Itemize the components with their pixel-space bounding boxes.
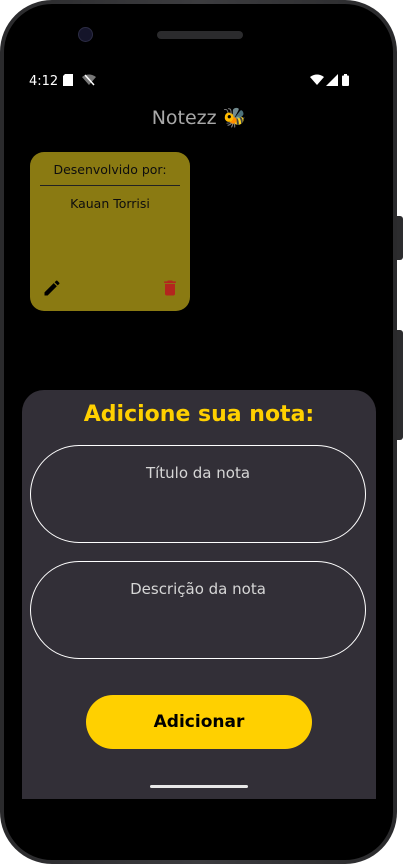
app-title: Notezz 🐝 [151, 107, 247, 129]
pencil-icon[interactable] [42, 278, 62, 302]
title-placeholder: Título da nota [145, 464, 251, 482]
trash-icon[interactable] [160, 278, 180, 302]
home-indicator[interactable] [150, 785, 248, 788]
volume-button [397, 216, 403, 260]
note-description: Kauan Torrisi [70, 196, 150, 211]
battery-icon [342, 74, 349, 89]
sheet-title: Adicione sua nota: [83, 402, 315, 427]
status-bar: 4:12 [22, 64, 376, 100]
front-camera [78, 27, 93, 42]
status-time: 4:12 [29, 74, 59, 89]
power-button [397, 330, 403, 440]
note-divider [40, 185, 180, 186]
description-placeholder: Descrição da nota [130, 580, 266, 598]
app-screen: 4:12 Notezz 🐝 Desenvolvido por: Kauan To… [22, 64, 376, 799]
sd-card-icon [63, 74, 73, 89]
wifi-off-icon [82, 74, 96, 89]
note-card[interactable]: Desenvolvido por: Kauan Torrisi [30, 152, 190, 311]
add-note-button[interactable]: Adicionar [86, 695, 312, 749]
wifi-icon [310, 74, 324, 89]
earpiece-speaker [157, 31, 243, 39]
note-description-input[interactable]: Descrição da nota [30, 561, 366, 659]
add-note-sheet: Adicione sua nota: Título da nota Descri… [22, 390, 376, 799]
note-title: Desenvolvido por: [53, 162, 167, 177]
cell-signal-icon [326, 74, 338, 89]
note-title-input[interactable]: Título da nota [30, 445, 366, 543]
